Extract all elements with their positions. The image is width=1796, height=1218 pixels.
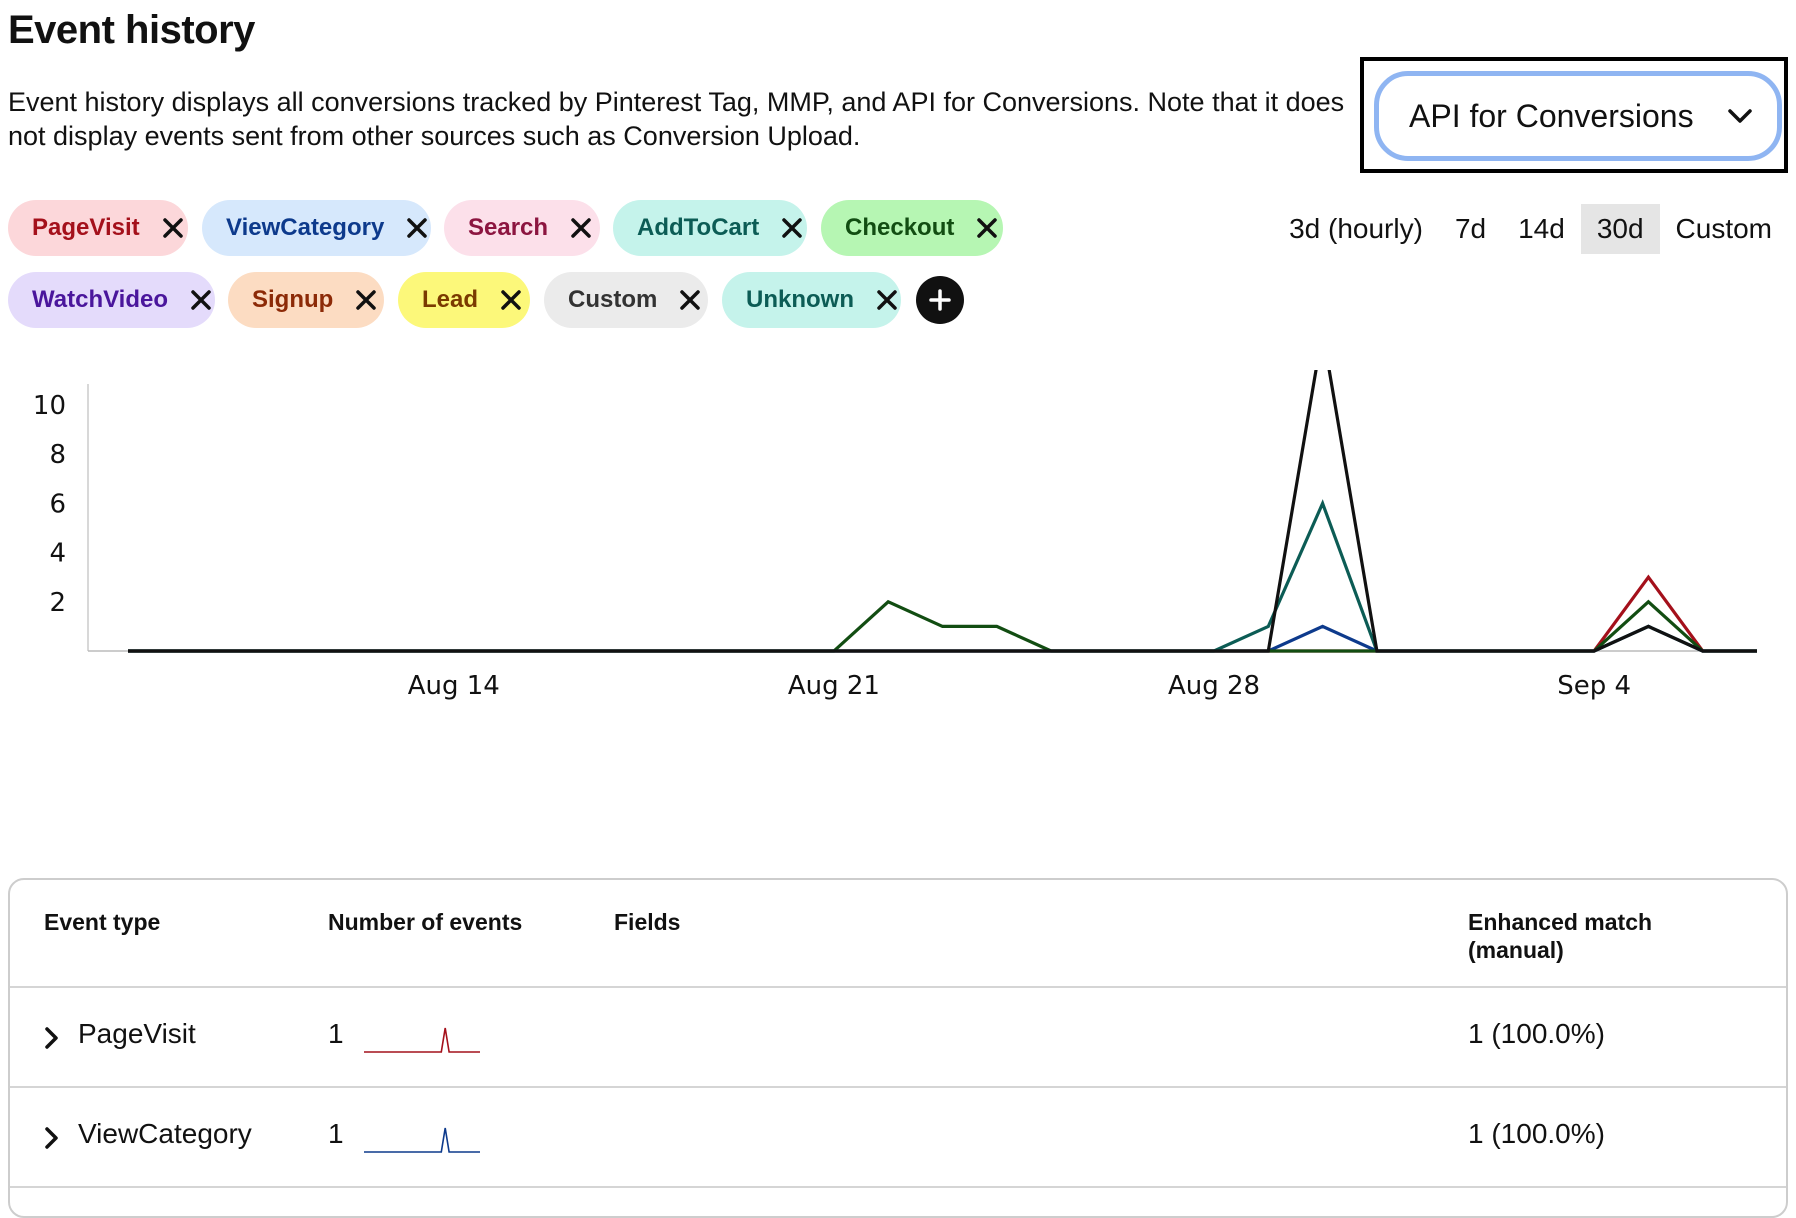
filter-chip-addtocart[interactable]: AddToCart: [613, 200, 807, 256]
filter-chip-watchvideo[interactable]: WatchVideo: [8, 272, 215, 328]
plus-icon: [929, 289, 951, 311]
sparkline: [364, 1027, 480, 1053]
filter-chip-label: Lead: [422, 286, 479, 313]
series-line-1: [128, 574, 1757, 653]
page-title: Event history: [8, 8, 255, 52]
close-icon[interactable]: [976, 217, 998, 239]
sparkline: [364, 1127, 480, 1153]
add-filter-button[interactable]: [916, 276, 964, 324]
series-line-5: [128, 370, 1757, 653]
close-icon[interactable]: [679, 289, 701, 311]
date-range-selector: 3d (hourly) 7d 14d 30d Custom: [1273, 204, 1788, 254]
filter-chip-label: Custom: [568, 286, 658, 313]
filter-chip-custom[interactable]: Custom: [544, 272, 708, 328]
series-line-3: [128, 599, 1757, 653]
divider: [10, 1186, 1786, 1188]
source-select[interactable]: API for Conversions: [1360, 57, 1788, 173]
event-type-name: PageVisit: [78, 1018, 196, 1049]
range-30d[interactable]: 30d: [1580, 204, 1660, 254]
table-row[interactable]: ViewCategory 1 1 (100.0%): [10, 1088, 1786, 1186]
y-tick-label: 12: [33, 370, 66, 372]
filter-chip-lead[interactable]: Lead: [398, 272, 530, 328]
event-count: 1: [328, 1018, 344, 1049]
series-line-4: [128, 499, 1757, 653]
y-tick-label: 2: [49, 588, 66, 618]
filter-chip-pagevisit[interactable]: PageVisit: [8, 200, 188, 256]
range-7d[interactable]: 7d: [1439, 204, 1502, 254]
x-tick-label: Aug 28: [1168, 671, 1260, 701]
close-icon[interactable]: [500, 289, 522, 311]
close-icon[interactable]: [876, 289, 898, 311]
close-icon[interactable]: [355, 289, 377, 311]
chevron-right-icon[interactable]: [42, 1126, 60, 1150]
x-tick-label: Aug 14: [408, 671, 500, 701]
filter-chip-label: Checkout: [845, 214, 955, 241]
filter-chip-label: Unknown: [746, 286, 854, 313]
range-3d-hourly[interactable]: 3d (hourly): [1273, 204, 1439, 254]
header-fields: Fields: [614, 909, 681, 935]
filter-chip-label: AddToCart: [637, 214, 760, 241]
y-tick-label: 8: [49, 440, 66, 470]
range-custom[interactable]: Custom: [1660, 204, 1788, 254]
filter-chip-checkout[interactable]: Checkout: [821, 200, 1003, 256]
close-icon[interactable]: [162, 217, 184, 239]
filter-chip-viewcategory[interactable]: ViewCategory: [202, 200, 431, 256]
filter-chip-signup[interactable]: Signup: [228, 272, 384, 328]
event-history-chart: 2468101214Aug 14Aug 21Aug 28Sep 4: [33, 370, 1757, 701]
filter-chip-label: Search: [468, 214, 549, 241]
series-line-2: [128, 624, 1757, 653]
filter-chip-label: WatchVideo: [32, 286, 169, 313]
chevron-right-icon[interactable]: [42, 1026, 60, 1050]
x-tick-label: Sep 4: [1557, 671, 1631, 701]
header-number-of-events: Number of events: [328, 909, 523, 935]
close-icon[interactable]: [190, 289, 212, 311]
close-icon[interactable]: [570, 217, 592, 239]
chevron-down-icon: [1728, 109, 1752, 123]
header-enhanced-match: Enhanced match (manual): [1468, 909, 1653, 963]
close-icon[interactable]: [781, 217, 803, 239]
page-description: Event history displays all conversions t…: [8, 87, 1345, 151]
event-count: 1: [328, 1118, 344, 1149]
enhanced-match-value: 1 (100.0%): [1468, 1018, 1605, 1049]
y-tick-label: 10: [33, 391, 66, 421]
events-table: Event type Number of events Fields Enhan…: [8, 878, 1788, 1218]
x-tick-label: Aug 21: [788, 671, 880, 701]
range-14d[interactable]: 14d: [1502, 204, 1581, 254]
event-type-name: ViewCategory: [78, 1118, 252, 1149]
table-row[interactable]: PageVisit 1 1 (100.0%): [10, 988, 1786, 1086]
sparkline-line: [364, 1127, 480, 1153]
source-select-field[interactable]: API for Conversions: [1374, 71, 1782, 161]
filter-chip-unknown[interactable]: Unknown: [722, 272, 901, 328]
header-event-type: Event type: [44, 909, 161, 935]
filter-chip-label: Signup: [252, 286, 334, 313]
enhanced-match-value: 1 (100.0%): [1468, 1118, 1605, 1149]
y-tick-label: 6: [49, 489, 66, 519]
filter-chip-search[interactable]: Search: [444, 200, 600, 256]
sparkline-line: [364, 1027, 480, 1053]
source-select-value: API for Conversions: [1409, 97, 1694, 134]
close-icon[interactable]: [406, 217, 428, 239]
filter-chip-label: ViewCategory: [226, 214, 385, 241]
filter-chip-label: PageVisit: [32, 214, 140, 241]
y-tick-label: 4: [49, 539, 66, 569]
